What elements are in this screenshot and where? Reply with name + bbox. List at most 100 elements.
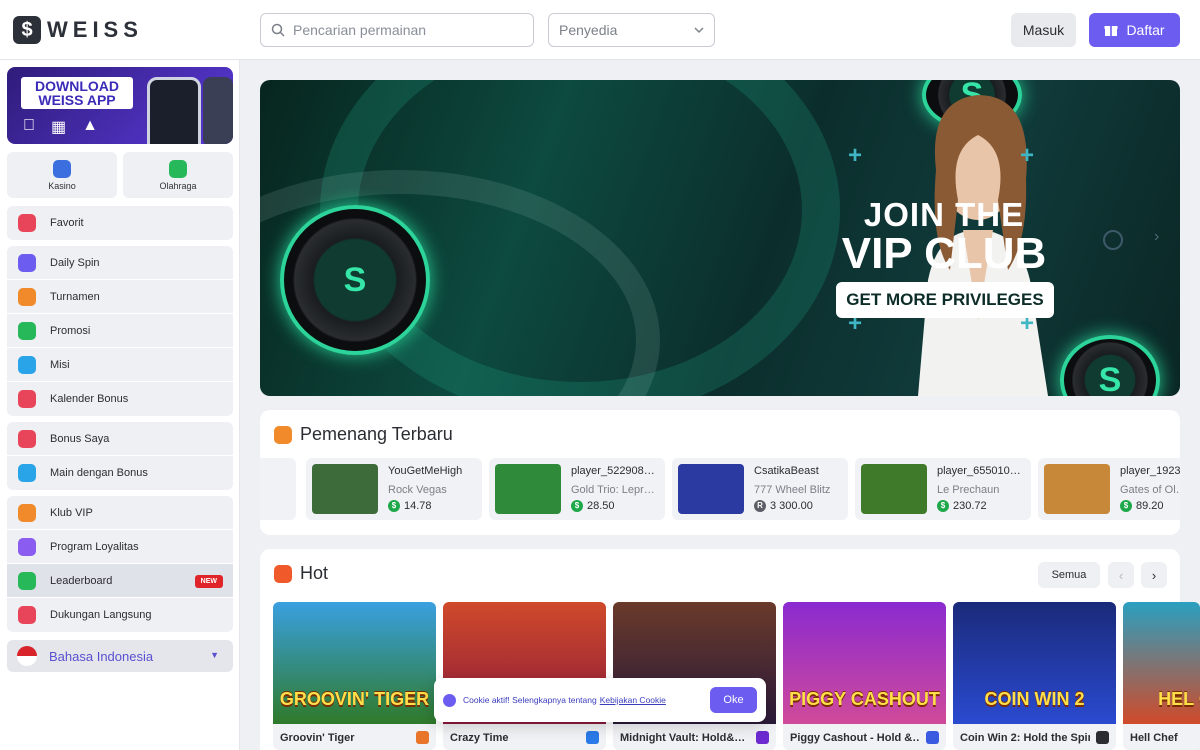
search-input[interactable] <box>293 22 513 38</box>
winner-amount: 230.72 <box>953 500 987 512</box>
winner-amount: 89.20 <box>1136 500 1164 512</box>
sidebar-item-label: Daily Spin <box>50 256 100 269</box>
menu-icon <box>18 390 36 408</box>
winner-amount-row: $89.20 <box>1120 500 1164 512</box>
cookie-icon <box>443 693 456 707</box>
register-button[interactable]: Daftar <box>1089 13 1180 47</box>
cookie-ok-button[interactable]: Oke <box>710 687 757 713</box>
menu-icon <box>18 214 36 232</box>
winner-card[interactable]: CsatikaBeast 777 Wheel Blitz R 3 300.00 <box>672 458 848 520</box>
game-card[interactable]: HEL GOES Hell Chef <box>1123 602 1200 750</box>
game-card[interactable]: CRAZYCrazy Time <box>443 602 606 750</box>
sidebar-item-label: Kalender Bonus <box>50 393 129 405</box>
sidebar-item-misi[interactable]: Misi <box>7 348 233 382</box>
sidebar-item-klub-vip[interactable]: Klub VIP <box>7 496 233 530</box>
sidebar-item-daily-spin[interactable]: Daily Spin <box>7 246 233 280</box>
sidebar-item-dukungan-langsung[interactable]: Dukungan Langsung <box>7 598 233 632</box>
get-privileges-button[interactable]: GET MORE PRIVILEGES <box>836 282 1054 318</box>
provider-icon <box>1096 731 1109 744</box>
search-box[interactable] <box>260 13 534 47</box>
menu-icon <box>18 537 36 556</box>
game-card[interactable]: GROOVIN' TIGER Groovin' Tiger <box>273 602 436 750</box>
promo-title: DOWNLOAD WEISS APP <box>21 77 133 109</box>
sidebar-item-leaderboard[interactable]: Leaderboard NEW <box>7 564 233 598</box>
category-casino[interactable]: Kasino <box>7 152 117 198</box>
chevron-right-icon[interactable]: › <box>1141 562 1167 588</box>
apple-icon:  <box>23 117 35 137</box>
game-name: Piggy Cashout - Hold &… <box>790 732 920 744</box>
winner-game: Rock Vegas <box>388 484 447 496</box>
game-artwork-title: GROOVIN' TIGER <box>279 689 430 709</box>
game-artwork-title: HEL GOES <box>1158 689 1200 709</box>
sidebar-item-promosi[interactable]: Promosi <box>7 314 233 348</box>
chevron-left-icon[interactable]: ‹ <box>1108 562 1134 588</box>
winner-game: Gold Trio: Lepr… <box>571 484 655 496</box>
provider-select[interactable]: Penyedia <box>548 13 715 47</box>
see-all-button[interactable]: Semua <box>1038 562 1100 588</box>
sidebar-item-turnamen[interactable]: Turnamen <box>7 280 233 314</box>
winner-name: player_655010… <box>937 465 1021 477</box>
category-sports[interactable]: Olahraga <box>123 152 233 198</box>
winner-amount-row: $230.72 <box>937 500 987 512</box>
winner-amount-row: R 3 300.00 <box>754 500 813 512</box>
game-artwork: COIN WIN 2 <box>953 602 1116 724</box>
sidebar-item-program-loyalitas[interactable]: Program Loyalitas <box>7 530 233 564</box>
game-name: Crazy Time <box>450 732 509 744</box>
winner-card[interactable]: player_1923… Gates of Ol… $89.20 <box>1038 458 1180 520</box>
winner-amount-row: $28.50 <box>571 500 615 512</box>
winner-card[interactable]: YouGetMeHigh Rock Vegas $14.78 <box>306 458 482 520</box>
new-badge: NEW <box>194 575 223 588</box>
logo-text: WEISS <box>47 17 143 42</box>
top-header: $ WEISS Penyedia Masuk Daftar <box>0 0 1200 60</box>
winner-card[interactable]: Gold…$0 <box>260 458 296 520</box>
winner-game: Gates of Ol… <box>1120 484 1180 496</box>
download-app-banner[interactable]: DOWNLOAD WEISS APP  ▦ ▲ <box>7 67 233 144</box>
plus-decoration: + <box>1020 142 1035 169</box>
game-card[interactable]: Midnight Vault: Hold&… <box>613 602 776 750</box>
slide-indicator[interactable] <box>1103 230 1123 250</box>
sidebar-item-kalender-bonus[interactable]: Kalender Bonus <box>7 382 233 416</box>
phone-image-back <box>203 77 233 144</box>
game-artwork: HEL GOES <box>1123 602 1200 724</box>
winner-name: player_1923… <box>1120 465 1180 477</box>
game-artwork: PIGGY CASHOUT <box>783 602 946 724</box>
menu-icon <box>18 287 36 306</box>
android-icon: ▲ <box>70 117 98 134</box>
sidebar-item-label: Misi <box>50 358 70 371</box>
winner-name: YouGetMeHigh <box>388 465 463 477</box>
logo-icon: $ <box>13 16 41 44</box>
cookie-policy-link[interactable]: Kebijakan Cookie <box>600 695 666 705</box>
winner-card[interactable]: player_522908… Gold Trio: Lepr… $28.50 <box>489 458 665 520</box>
game-thumbnail <box>678 464 744 514</box>
sidebar-item-label: Promosi <box>50 324 91 337</box>
provider-icon <box>926 731 939 744</box>
chevron-right-icon[interactable]: › <box>1154 228 1159 246</box>
currency-icon: $ <box>1120 500 1132 512</box>
winner-game: Le Prechaun <box>937 484 1000 496</box>
currency-icon: $ <box>571 500 583 512</box>
sports-icon <box>169 159 187 178</box>
caret-down-icon: ▼ <box>210 650 219 660</box>
game-thumbnail <box>312 464 378 514</box>
game-name: Midnight Vault: Hold&… <box>620 732 746 744</box>
recent-winners-header: Pemenang Terbaru <box>274 424 453 445</box>
sidebar-item-bonus-saya[interactable]: Bonus Saya <box>7 422 233 456</box>
sidebar-item-favorit[interactable]: Favorit <box>7 206 233 240</box>
sidebar-item-label: Bonus Saya <box>50 432 110 445</box>
login-button[interactable]: Masuk <box>1011 13 1076 47</box>
menu-icon <box>18 503 36 522</box>
language-select[interactable]: Bahasa Indonesia ▼ <box>7 640 233 672</box>
game-card[interactable]: PIGGY CASHOUT Piggy Cashout - Hold &… <box>783 602 946 750</box>
logo[interactable]: $ WEISS <box>13 16 143 44</box>
provider-icon <box>756 731 769 744</box>
game-artwork-title: COIN WIN 2 <box>984 689 1085 709</box>
game-card[interactable]: COIN WIN 2 Coin Win 2: Hold the Spin <box>953 602 1116 750</box>
winner-game: Gold… <box>260 484 294 496</box>
sidebar-item-main-dengan-bonus[interactable]: Main dengan Bonus <box>7 456 233 490</box>
sidebar-item-label: Program Loyalitas <box>50 540 139 553</box>
vip-club-banner[interactable]: S S S + + + + JOIN THE VIP CLUB GET MORE… <box>260 80 1180 396</box>
recent-winners-title: Pemenang Terbaru <box>300 424 453 444</box>
game-thumbnail <box>1044 464 1110 514</box>
winner-card[interactable]: player_655010… Le Prechaun $230.72 <box>855 458 1031 520</box>
category-casino-label: Kasino <box>48 180 76 191</box>
